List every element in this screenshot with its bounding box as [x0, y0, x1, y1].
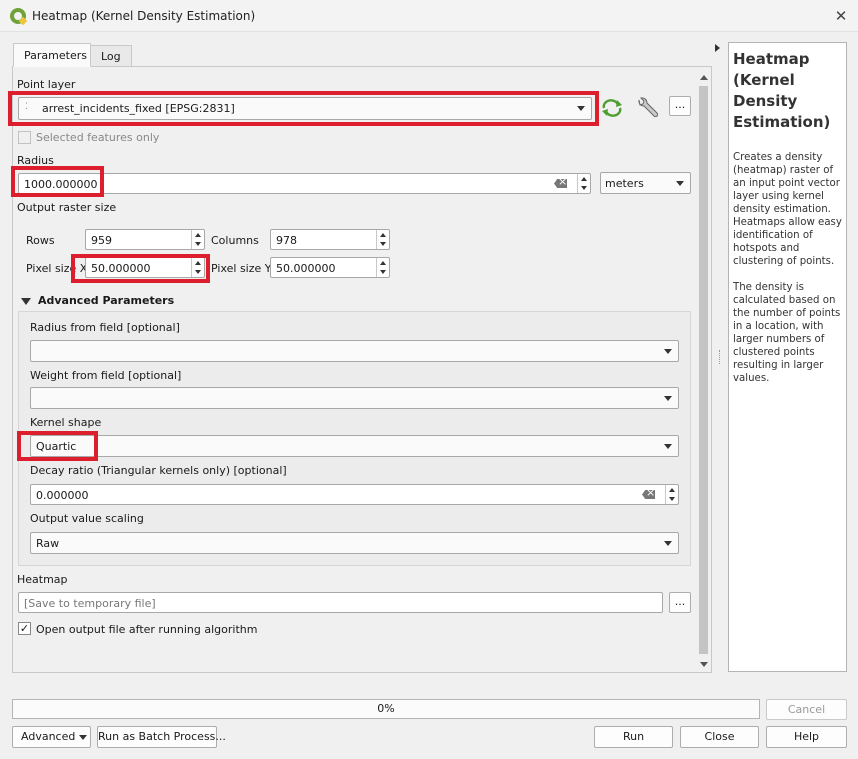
radius-field-combo[interactable] — [30, 340, 679, 362]
chevron-down-icon — [79, 735, 87, 740]
help-panel: Heatmap (Kernel Density Estimation) Crea… — [728, 42, 847, 672]
heatmap-output-more-button[interactable]: ... — [669, 592, 691, 613]
radius-unit-value: meters — [605, 177, 644, 190]
decay-ratio-input[interactable]: 0.000000 — [30, 484, 679, 505]
tab-parameters[interactable]: Parameters — [13, 43, 91, 67]
pixel-size-y-value: 50.000000 — [276, 262, 336, 275]
help-button[interactable]: Help — [766, 726, 847, 748]
radius-label: Radius — [17, 154, 54, 167]
pixel-size-x-input[interactable]: 50.000000 — [85, 257, 205, 278]
chevron-down-icon — [676, 181, 684, 186]
wrench-icon[interactable] — [634, 96, 660, 120]
point-layer-label: Point layer — [17, 78, 76, 91]
rows-label: Rows — [26, 234, 55, 247]
progress-text: 0% — [377, 702, 395, 715]
close-button[interactable]: Close — [680, 726, 759, 748]
point-layer-icon: ⁚ — [25, 102, 28, 112]
pixel-size-y-spinner[interactable] — [376, 258, 389, 277]
advanced-menu-button[interactable]: Advanced — [12, 726, 91, 748]
columns-spinner[interactable] — [376, 230, 389, 249]
help-description-1: Creates a density (heatmap) raster of an… — [733, 152, 842, 267]
tab-log[interactable]: Log — [90, 45, 132, 67]
chevron-down-icon — [664, 444, 672, 449]
open-output-checkbox[interactable]: ✓ — [18, 622, 31, 635]
kernel-shape-value: Quartic — [36, 440, 77, 453]
pixel-size-x-value: 50.000000 — [91, 262, 151, 275]
collapse-panel-icon[interactable] — [715, 44, 720, 52]
point-layer-value: arrest_incidents_fixed [EPSG:2831] — [42, 102, 235, 115]
scroll-down-icon[interactable] — [700, 662, 708, 667]
point-layer-more-button[interactable]: ... — [669, 96, 691, 116]
pixel-size-x-label: Pixel size X — [26, 262, 88, 275]
advanced-button-label: Advanced — [21, 730, 76, 743]
output-value-scaling-label: Output value scaling — [30, 512, 144, 525]
heatmap-output-input[interactable]: [Save to temporary file] — [18, 592, 663, 613]
radius-value: 1000.000000 — [24, 178, 98, 191]
clear-icon[interactable] — [642, 490, 655, 499]
open-output-label: Open output file after running algorithm — [36, 623, 258, 636]
cancel-button[interactable]: Cancel — [766, 699, 847, 720]
weight-field-label: Weight from field [optional] — [30, 369, 182, 382]
pixel-size-y-label: Pixel size Y — [211, 262, 272, 275]
pixel-size-y-input[interactable]: 50.000000 — [270, 257, 390, 278]
run-button[interactable]: Run — [594, 726, 673, 748]
weight-field-combo[interactable] — [30, 387, 679, 409]
rows-spinner[interactable] — [191, 230, 204, 249]
progress-bar: 0% — [12, 699, 760, 719]
chevron-down-icon — [664, 349, 672, 354]
columns-label: Columns — [211, 234, 259, 247]
point-layer-combo[interactable]: ⁚ arrest_incidents_fixed [EPSG:2831] — [18, 97, 592, 120]
pixel-size-x-spinner[interactable] — [191, 258, 204, 277]
run-as-batch-button[interactable]: Run as Batch Process... — [97, 726, 226, 748]
decay-ratio-spinner[interactable] — [665, 485, 678, 504]
selected-only-label: Selected features only — [36, 131, 160, 144]
output-value-scaling-value: Raw — [36, 537, 60, 550]
chevron-down-icon — [664, 396, 672, 401]
decay-ratio-label: Decay ratio (Triangular kernels only) [o… — [30, 464, 287, 477]
iterate-icon[interactable] — [600, 97, 624, 119]
close-window-icon[interactable]: ✕ — [830, 6, 852, 26]
kernel-shape-combo[interactable]: Quartic — [30, 435, 679, 457]
splitter-handle[interactable] — [719, 350, 721, 364]
radius-unit-combo[interactable]: meters — [600, 172, 691, 194]
help-description-2: The density is calculated based on the n… — [733, 282, 841, 384]
chevron-down-icon — [577, 106, 585, 111]
scroll-up-icon[interactable] — [700, 75, 708, 80]
selected-only-checkbox[interactable] — [18, 131, 31, 144]
radius-field-label: Radius from field [optional] — [30, 321, 180, 334]
clear-icon[interactable] — [554, 179, 567, 188]
kernel-shape-label: Kernel shape — [30, 416, 102, 429]
heatmap-output-placeholder: [Save to temporary file] — [24, 597, 156, 610]
advanced-parameters-header[interactable]: Advanced Parameters — [38, 294, 174, 307]
heatmap-label: Heatmap — [17, 573, 68, 586]
help-title: Heatmap (Kernel Density Estimation) — [733, 50, 831, 131]
rows-value: 959 — [91, 234, 112, 247]
rows-input[interactable]: 959 — [85, 229, 205, 250]
decay-ratio-value: 0.000000 — [36, 489, 89, 502]
chevron-down-icon — [664, 541, 672, 546]
output-raster-size-label: Output raster size — [17, 201, 117, 214]
qgis-logo-icon — [10, 8, 26, 24]
columns-input[interactable]: 978 — [270, 229, 390, 250]
window-title: Heatmap (Kernel Density Estimation) — [32, 9, 256, 23]
output-value-scaling-combo[interactable]: Raw — [30, 532, 679, 554]
radius-spinner[interactable] — [577, 174, 590, 193]
columns-value: 978 — [276, 234, 297, 247]
scrollbar-thumb[interactable] — [699, 86, 708, 654]
radius-input[interactable]: 1000.000000 — [18, 173, 591, 194]
collapse-triangle-icon[interactable] — [21, 298, 31, 305]
